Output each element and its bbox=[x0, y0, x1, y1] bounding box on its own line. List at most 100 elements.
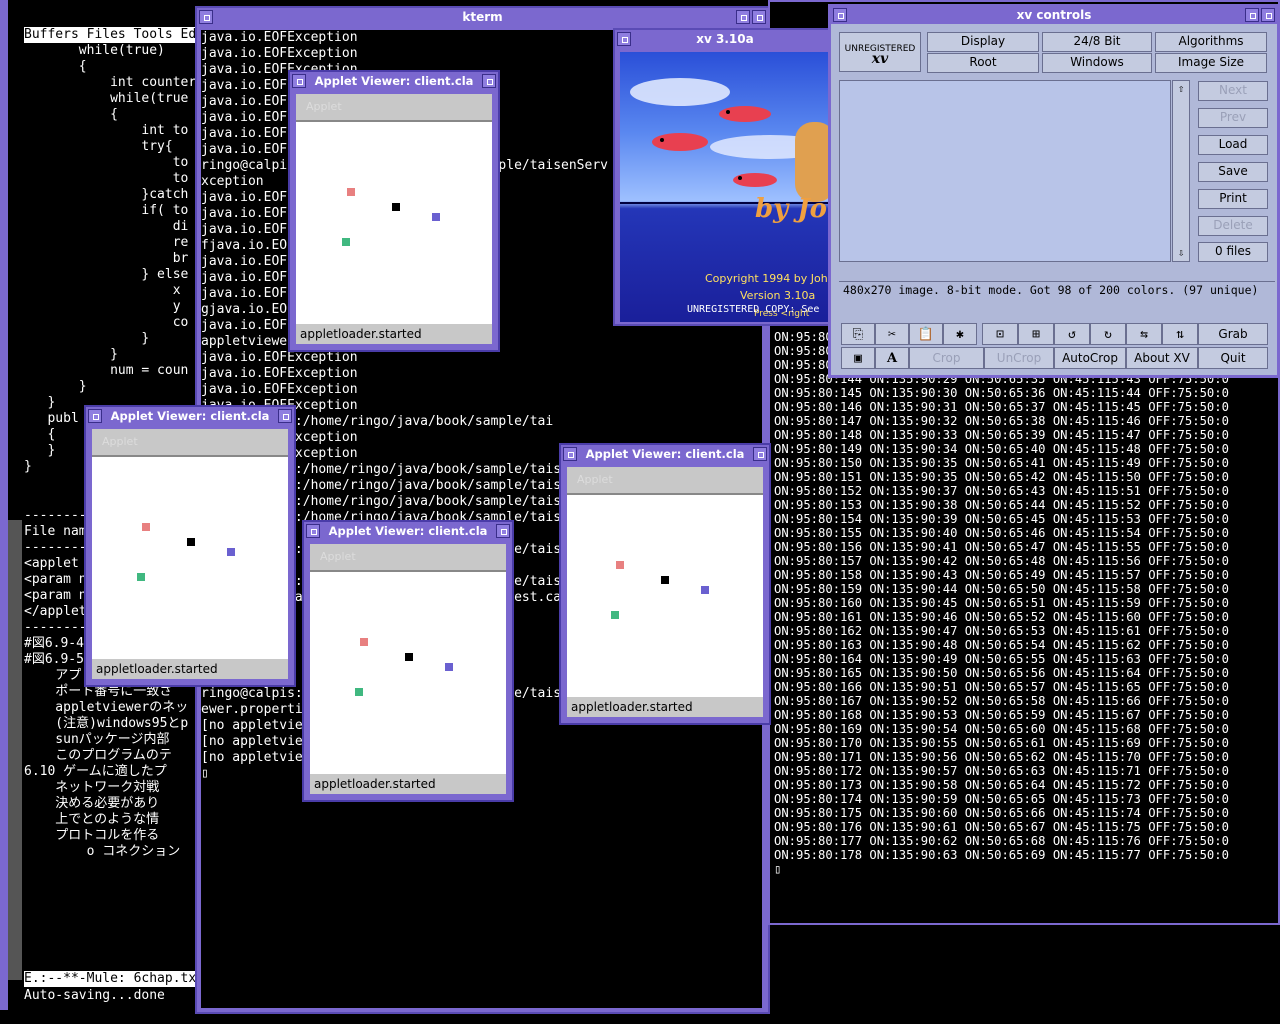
print-button[interactable]: Print bbox=[1198, 189, 1268, 209]
maximize-icon[interactable] bbox=[278, 409, 292, 423]
applet-menu[interactable]: Applet bbox=[92, 429, 288, 457]
xv-splash-image[interactable]: by John Copyright 1994 by John Version 3… bbox=[620, 52, 835, 322]
maximize-icon[interactable] bbox=[753, 447, 767, 461]
pad-icon[interactable]: ▣ bbox=[841, 347, 875, 369]
code-line: } else bbox=[24, 267, 189, 282]
window-menu-icon[interactable] bbox=[617, 32, 631, 46]
xv-controls-title: xv controls bbox=[1016, 8, 1092, 22]
player-dot-black bbox=[187, 538, 195, 546]
emacs-minibuffer[interactable]: Auto-saving...done bbox=[24, 988, 204, 1004]
display-button[interactable]: Display bbox=[927, 32, 1039, 52]
code-line: } bbox=[24, 347, 118, 362]
code-line: } bbox=[24, 379, 87, 394]
applet-canvas[interactable]: Applet appletloader.started bbox=[296, 94, 492, 344]
crop-button[interactable]: Crop bbox=[909, 347, 984, 369]
code-line: int to bbox=[24, 123, 189, 138]
maximize-icon[interactable] bbox=[1261, 8, 1275, 22]
scroll-up-icon[interactable]: ⇧ bbox=[1174, 82, 1188, 96]
output-line: ON:95:80:153 ON:135:90:38 ON:50:65:44 ON… bbox=[774, 498, 1229, 512]
applet-viewer-window: Applet Viewer: client.cla Applet appletl… bbox=[84, 405, 296, 687]
windows-button[interactable]: Windows bbox=[1042, 53, 1152, 73]
code-line: re bbox=[24, 235, 189, 250]
scroll-down-icon[interactable]: ⇩ bbox=[1174, 246, 1188, 260]
output-line: ON:95:80:162 ON:135:90:47 ON:50:65:53 ON… bbox=[774, 624, 1229, 638]
applet-titlebar[interactable]: Applet Viewer: client.cla bbox=[86, 407, 294, 425]
expand-icon[interactable]: ⊞ bbox=[1018, 323, 1054, 345]
output-terminal-text[interactable]: ON:95:80:141 ON:135:90:27 ON:50:65:32 ON… bbox=[774, 330, 1274, 922]
window-menu-icon[interactable] bbox=[88, 409, 102, 423]
applet-menu[interactable]: Applet bbox=[310, 544, 506, 572]
applet-titlebar[interactable]: Applet Viewer: client.cla bbox=[290, 72, 498, 90]
xv-controls-window: xv controls UNREGISTERED xv Display 24/8… bbox=[828, 4, 1280, 378]
cut-icon[interactable]: ✂ bbox=[875, 323, 909, 345]
output-line: ON:95:80:160 ON:135:90:45 ON:50:65:51 ON… bbox=[774, 596, 1229, 610]
window-menu-icon[interactable] bbox=[833, 8, 847, 22]
code-line: { bbox=[24, 59, 87, 74]
maximize-icon[interactable] bbox=[482, 74, 496, 88]
xv-logo[interactable]: UNREGISTERED xv bbox=[839, 32, 921, 72]
grab-button[interactable]: Grab bbox=[1198, 323, 1268, 345]
xv-about-title: xv 3.10a bbox=[696, 32, 754, 46]
file-list[interactable] bbox=[839, 80, 1171, 262]
emacs-scrollbar[interactable] bbox=[8, 520, 22, 980]
xv-byline: by John bbox=[755, 194, 835, 224]
applet-canvas[interactable]: Applet appletloader.started bbox=[567, 467, 763, 717]
delete-button[interactable]: Delete bbox=[1198, 216, 1268, 236]
rotate-right-icon[interactable]: ↻ bbox=[1090, 323, 1126, 345]
text-line: 上でとのような情 bbox=[24, 812, 160, 827]
applet-titlebar[interactable]: Applet Viewer: client.cla bbox=[561, 445, 769, 463]
algorithms-button[interactable]: Algorithms bbox=[1155, 32, 1267, 52]
text-line: sunパッケージ内部 bbox=[24, 732, 170, 747]
rotate-left-icon[interactable]: ↺ bbox=[1054, 323, 1090, 345]
code-line: while(true) bbox=[24, 43, 165, 58]
player-dot-blue bbox=[445, 663, 453, 671]
minimize-icon[interactable] bbox=[1245, 8, 1259, 22]
window-menu-icon[interactable] bbox=[563, 447, 577, 461]
bit-depth-button[interactable]: 24/8 Bit bbox=[1042, 32, 1152, 52]
shrink-icon[interactable]: ⊡ bbox=[982, 323, 1018, 345]
copy-icon[interactable]: ⎘ bbox=[841, 323, 875, 345]
window-menu-icon[interactable] bbox=[306, 524, 320, 538]
maximize-icon[interactable] bbox=[496, 524, 510, 538]
next-button[interactable]: Next bbox=[1198, 81, 1268, 101]
autocrop-button[interactable]: AutoCrop bbox=[1054, 347, 1126, 369]
quit-button[interactable]: Quit bbox=[1198, 347, 1268, 369]
text-line: ネットワーク対戦 bbox=[24, 780, 160, 795]
output-line: ON:95:80:155 ON:135:90:40 ON:50:65:46 ON… bbox=[774, 526, 1229, 540]
text-tool-icon[interactable]: A bbox=[875, 347, 909, 369]
applet-menu[interactable]: Applet bbox=[296, 94, 492, 122]
xv-controls-titlebar[interactable]: xv controls bbox=[831, 6, 1277, 24]
output-line: ON:95:80:152 ON:135:90:37 ON:50:65:43 ON… bbox=[774, 484, 1229, 498]
applet-status: appletloader.started bbox=[296, 324, 492, 344]
emacs-menubar[interactable]: Buffers Files Tools Edit bbox=[24, 27, 204, 43]
window-menu-icon[interactable] bbox=[199, 10, 213, 24]
flip-vertical-icon[interactable]: ⇅ bbox=[1162, 323, 1198, 345]
flip-horizontal-icon[interactable]: ⇆ bbox=[1126, 323, 1162, 345]
file-count: 0 files bbox=[1198, 242, 1268, 262]
uncrop-button[interactable]: UnCrop bbox=[984, 347, 1054, 369]
xv-about-titlebar[interactable]: xv 3.10a bbox=[615, 30, 835, 48]
file-list-scrollbar[interactable]: ⇧ ⇩ bbox=[1172, 80, 1190, 262]
output-line: ON:95:80:166 ON:135:90:51 ON:50:65:57 ON… bbox=[774, 680, 1229, 694]
clear-icon[interactable]: ✱ bbox=[943, 323, 977, 345]
prev-button[interactable]: Prev bbox=[1198, 108, 1268, 128]
output-line: ON:95:80:149 ON:135:90:34 ON:50:65:40 ON… bbox=[774, 442, 1229, 456]
text-line: appletviewerのネッ bbox=[24, 700, 189, 715]
applet-canvas[interactable]: Applet appletloader.started bbox=[310, 544, 506, 794]
text-line: (注意)windows95とp bbox=[24, 716, 189, 731]
applet-canvas[interactable]: Applet appletloader.started bbox=[92, 429, 288, 679]
save-button[interactable]: Save bbox=[1198, 162, 1268, 182]
output-line: ON:95:80:177 ON:135:90:62 ON:50:65:68 ON… bbox=[774, 834, 1229, 848]
applet-titlebar[interactable]: Applet Viewer: client.cla bbox=[304, 522, 512, 540]
maximize-icon[interactable] bbox=[752, 10, 766, 24]
minimize-icon[interactable] bbox=[736, 10, 750, 24]
load-button[interactable]: Load bbox=[1198, 135, 1268, 155]
kterm-titlebar[interactable]: kterm bbox=[197, 8, 768, 26]
root-button[interactable]: Root bbox=[927, 53, 1039, 73]
player-dot-black bbox=[392, 203, 400, 211]
paste-icon[interactable]: 📋 bbox=[909, 323, 943, 345]
image-size-button[interactable]: Image Size bbox=[1155, 53, 1267, 73]
applet-menu[interactable]: Applet bbox=[567, 467, 763, 495]
about-xv-button[interactable]: About XV bbox=[1126, 347, 1198, 369]
window-menu-icon[interactable] bbox=[292, 74, 306, 88]
